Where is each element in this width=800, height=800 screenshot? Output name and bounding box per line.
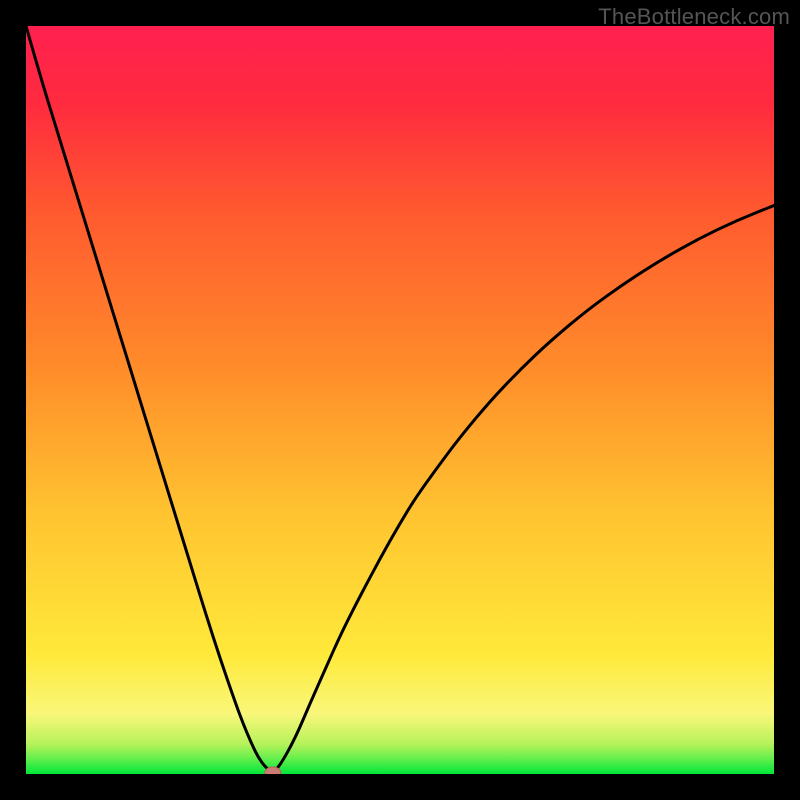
optimum-marker	[265, 767, 281, 774]
gradient-background	[26, 26, 774, 774]
plot-area	[26, 26, 774, 774]
watermark-text: TheBottleneck.com	[598, 4, 790, 30]
chart-frame: TheBottleneck.com	[0, 0, 800, 800]
plot-svg	[26, 26, 774, 774]
